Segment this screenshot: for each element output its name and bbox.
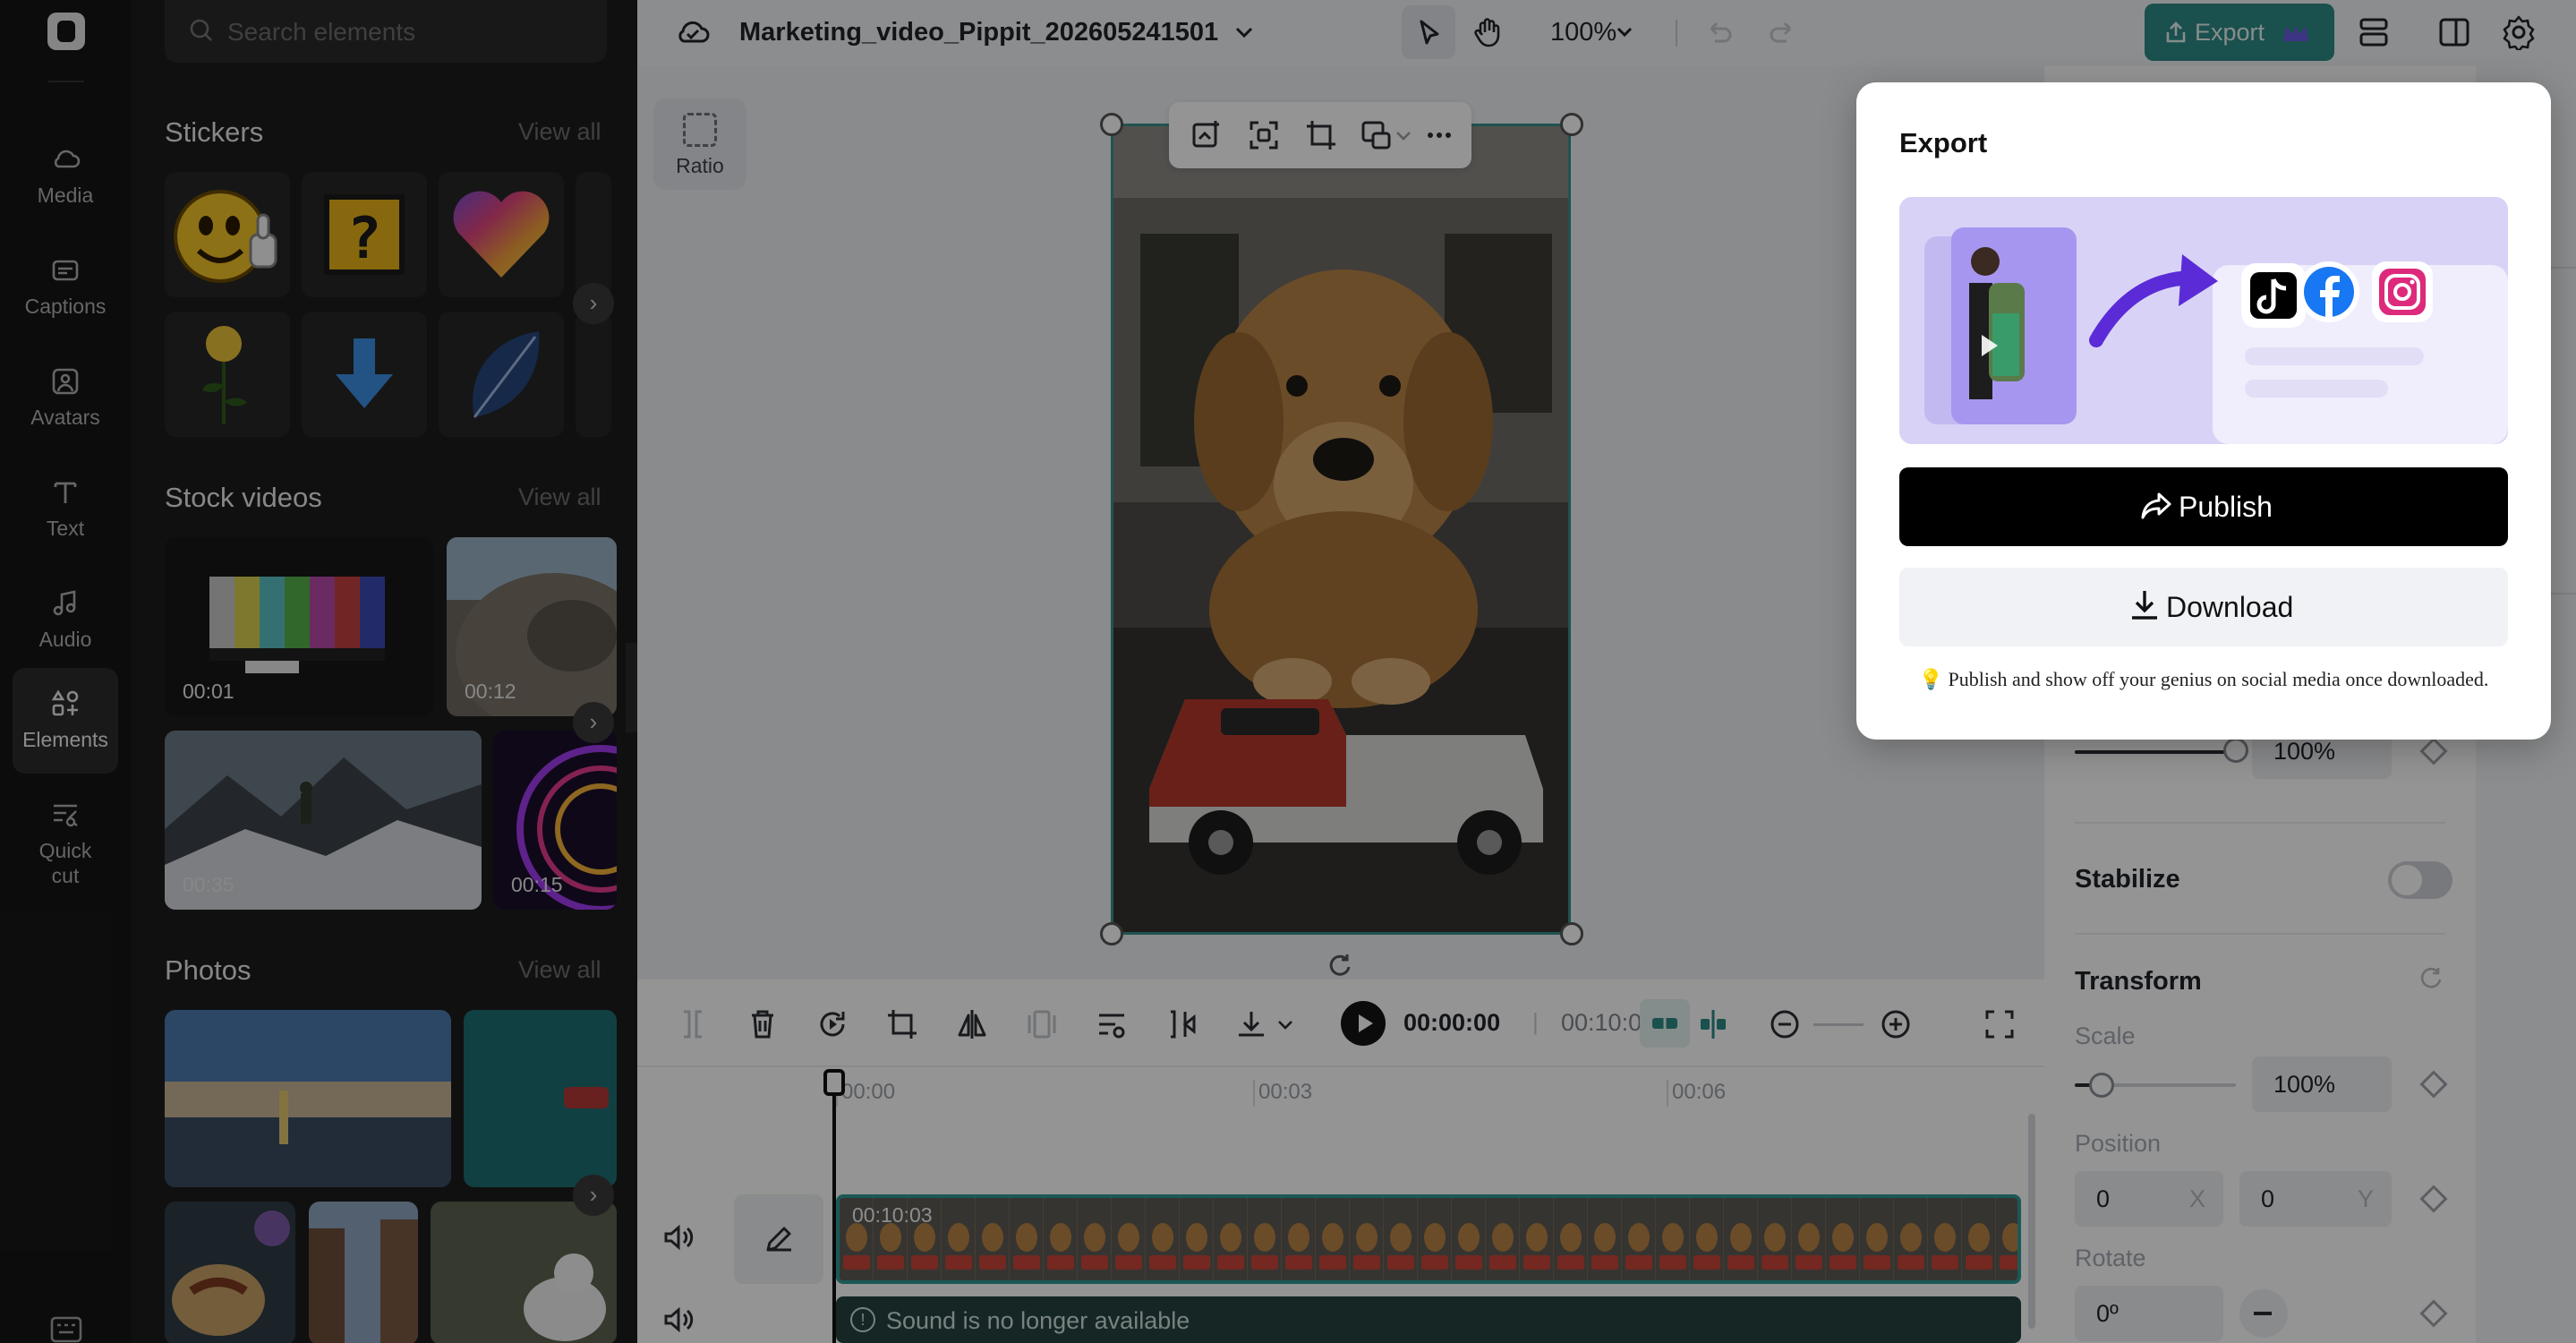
export-title: Export	[1899, 127, 1988, 158]
export-popover: Export Publish Download 💡 Publish and sh…	[1856, 82, 2551, 740]
export-banner	[1899, 197, 2508, 444]
download-label: Download	[2166, 591, 2294, 623]
share-arrow-icon	[2141, 492, 2171, 519]
publish-label: Publish	[2179, 491, 2273, 523]
download-icon	[2132, 591, 2157, 620]
social-share-illustration	[1899, 197, 2508, 444]
publish-button[interactable]: Publish	[1899, 467, 2508, 546]
export-tip-note: 💡 Publish and show off your genius on so…	[1918, 668, 2489, 690]
download-button[interactable]: Download	[1899, 568, 2508, 646]
